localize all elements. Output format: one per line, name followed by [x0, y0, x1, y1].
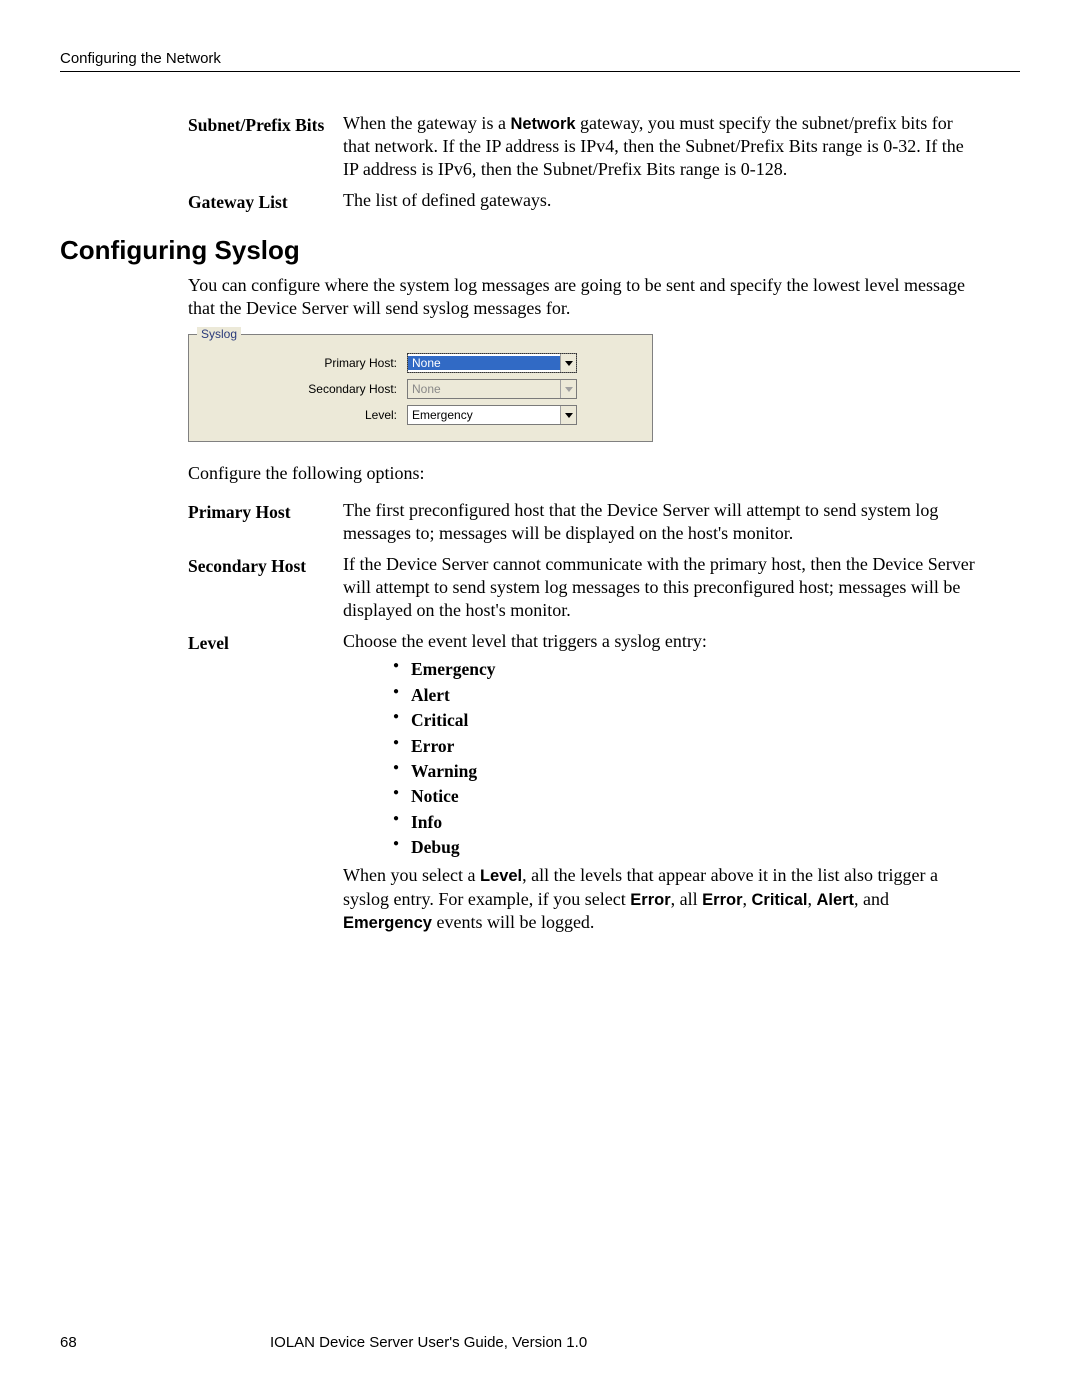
def-desc: If the Device Server cannot communicate … — [343, 553, 1020, 622]
level-list: Emergency Alert Critical Error Warning N… — [393, 657, 980, 860]
def-desc: The list of defined gateways. — [343, 189, 1020, 212]
level-item: Critical — [393, 708, 980, 733]
chevron-down-icon[interactable] — [560, 354, 576, 372]
def-row-secondary-host: Secondary Host If the Device Server cann… — [188, 553, 1020, 622]
chevron-down-icon — [560, 380, 576, 398]
def-term: Secondary Host — [188, 553, 343, 577]
level-item: Error — [393, 734, 980, 759]
bold-level: Level — [480, 867, 522, 885]
level-item: Alert — [393, 683, 980, 708]
definitions-top: Subnet/Prefix Bits When the gateway is a… — [188, 112, 1020, 213]
level-intro: Choose the event level that triggers a s… — [343, 631, 707, 651]
select-value: None — [408, 382, 560, 396]
def-desc: Choose the event level that triggers a s… — [343, 630, 1020, 933]
syslog-legend: Syslog — [197, 327, 241, 341]
text: When you select a — [343, 865, 480, 885]
def-term: Gateway List — [188, 189, 343, 213]
syslog-row-primary: Primary Host: None — [199, 351, 642, 375]
page-footer: 68 IOLAN Device Server User's Guide, Ver… — [60, 1334, 1020, 1351]
syslog-dialog-screenshot: Syslog Primary Host: None Secondary Host… — [188, 334, 653, 442]
def-row-gateway-list: Gateway List The list of defined gateway… — [188, 189, 1020, 213]
level-item: Emergency — [393, 657, 980, 682]
label-level: Level: — [199, 408, 407, 422]
text: , and — [854, 889, 889, 909]
chevron-down-icon[interactable] — [560, 406, 576, 424]
definitions-syslog: Primary Host The first preconfigured hos… — [188, 499, 1020, 934]
text: , all — [671, 889, 703, 909]
header-rule — [60, 71, 1020, 72]
def-row-primary-host: Primary Host The first preconfigured hos… — [188, 499, 1020, 545]
def-desc: The first preconfigured host that the De… — [343, 499, 1020, 545]
running-head: Configuring the Network — [60, 50, 1020, 67]
select-value: Emergency — [408, 408, 560, 422]
text: events will be logged. — [432, 912, 594, 932]
def-row-level: Level Choose the event level that trigge… — [188, 630, 1020, 933]
syslog-row-secondary: Secondary Host: None — [199, 377, 642, 401]
configure-options-line: Configure the following options: — [188, 462, 1020, 485]
select-value: None — [408, 356, 560, 370]
def-row-subnet-prefix-bits: Subnet/Prefix Bits When the gateway is a… — [188, 112, 1020, 181]
select-primary-host[interactable]: None — [407, 353, 577, 373]
text: When the gateway is a — [343, 113, 510, 133]
bold-network: Network — [510, 115, 575, 133]
level-item: Warning — [393, 759, 980, 784]
bold-error: Error — [630, 891, 670, 909]
level-item: Debug — [393, 835, 980, 860]
syslog-row-level: Level: Emergency — [199, 403, 642, 427]
def-term: Primary Host — [188, 499, 343, 523]
footer-title: IOLAN Device Server User's Guide, Versio… — [270, 1334, 1020, 1351]
intro-paragraph: You can configure where the system log m… — [188, 274, 1020, 320]
level-item: Notice — [393, 784, 980, 809]
section-heading-configuring-syslog: Configuring Syslog — [60, 235, 1020, 266]
select-level[interactable]: Emergency — [407, 405, 577, 425]
select-secondary-host: None — [407, 379, 577, 399]
label-secondary-host: Secondary Host: — [199, 382, 407, 396]
def-term: Level — [188, 630, 343, 654]
bold-alert: Alert — [816, 891, 854, 909]
level-item: Info — [393, 810, 980, 835]
bold-critical: Critical — [752, 891, 808, 909]
def-desc: When the gateway is a Network gateway, y… — [343, 112, 1020, 181]
label-primary-host: Primary Host: — [199, 356, 407, 370]
bold-emergency: Emergency — [343, 914, 432, 932]
page-number: 68 — [60, 1334, 270, 1351]
text: , — [743, 889, 752, 909]
def-term: Subnet/Prefix Bits — [188, 112, 343, 136]
bold-error: Error — [702, 891, 742, 909]
